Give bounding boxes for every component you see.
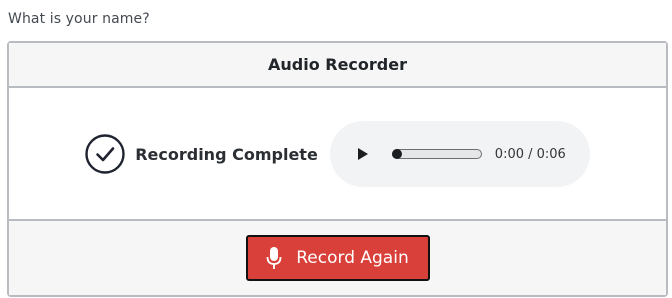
time-display: 0:00 / 0:06 xyxy=(494,146,566,162)
seek-thumb[interactable] xyxy=(391,149,402,159)
play-button[interactable] xyxy=(356,146,370,162)
microphone-icon xyxy=(266,247,282,269)
record-again-button[interactable]: Record Again xyxy=(245,235,430,281)
seek-bar[interactable] xyxy=(391,149,482,159)
recorder-body: Recording Complete 0:00 / 0:06 xyxy=(9,88,666,220)
check-circle-icon xyxy=(85,134,125,174)
audio-player: 0:00 / 0:06 xyxy=(329,121,590,187)
audio-recorder-card: Audio Recorder Recording Complete 0:00 /… xyxy=(7,41,668,297)
question-label: What is your name? xyxy=(8,11,150,27)
status-label: Recording Complete xyxy=(135,144,318,164)
recorder-header: Audio Recorder xyxy=(9,43,666,88)
record-again-label: Record Again xyxy=(296,248,409,268)
play-icon xyxy=(357,148,368,160)
recorder-footer: Record Again xyxy=(9,219,666,295)
recording-status: Recording Complete xyxy=(85,134,318,174)
recorder-title: Audio Recorder xyxy=(267,55,407,74)
